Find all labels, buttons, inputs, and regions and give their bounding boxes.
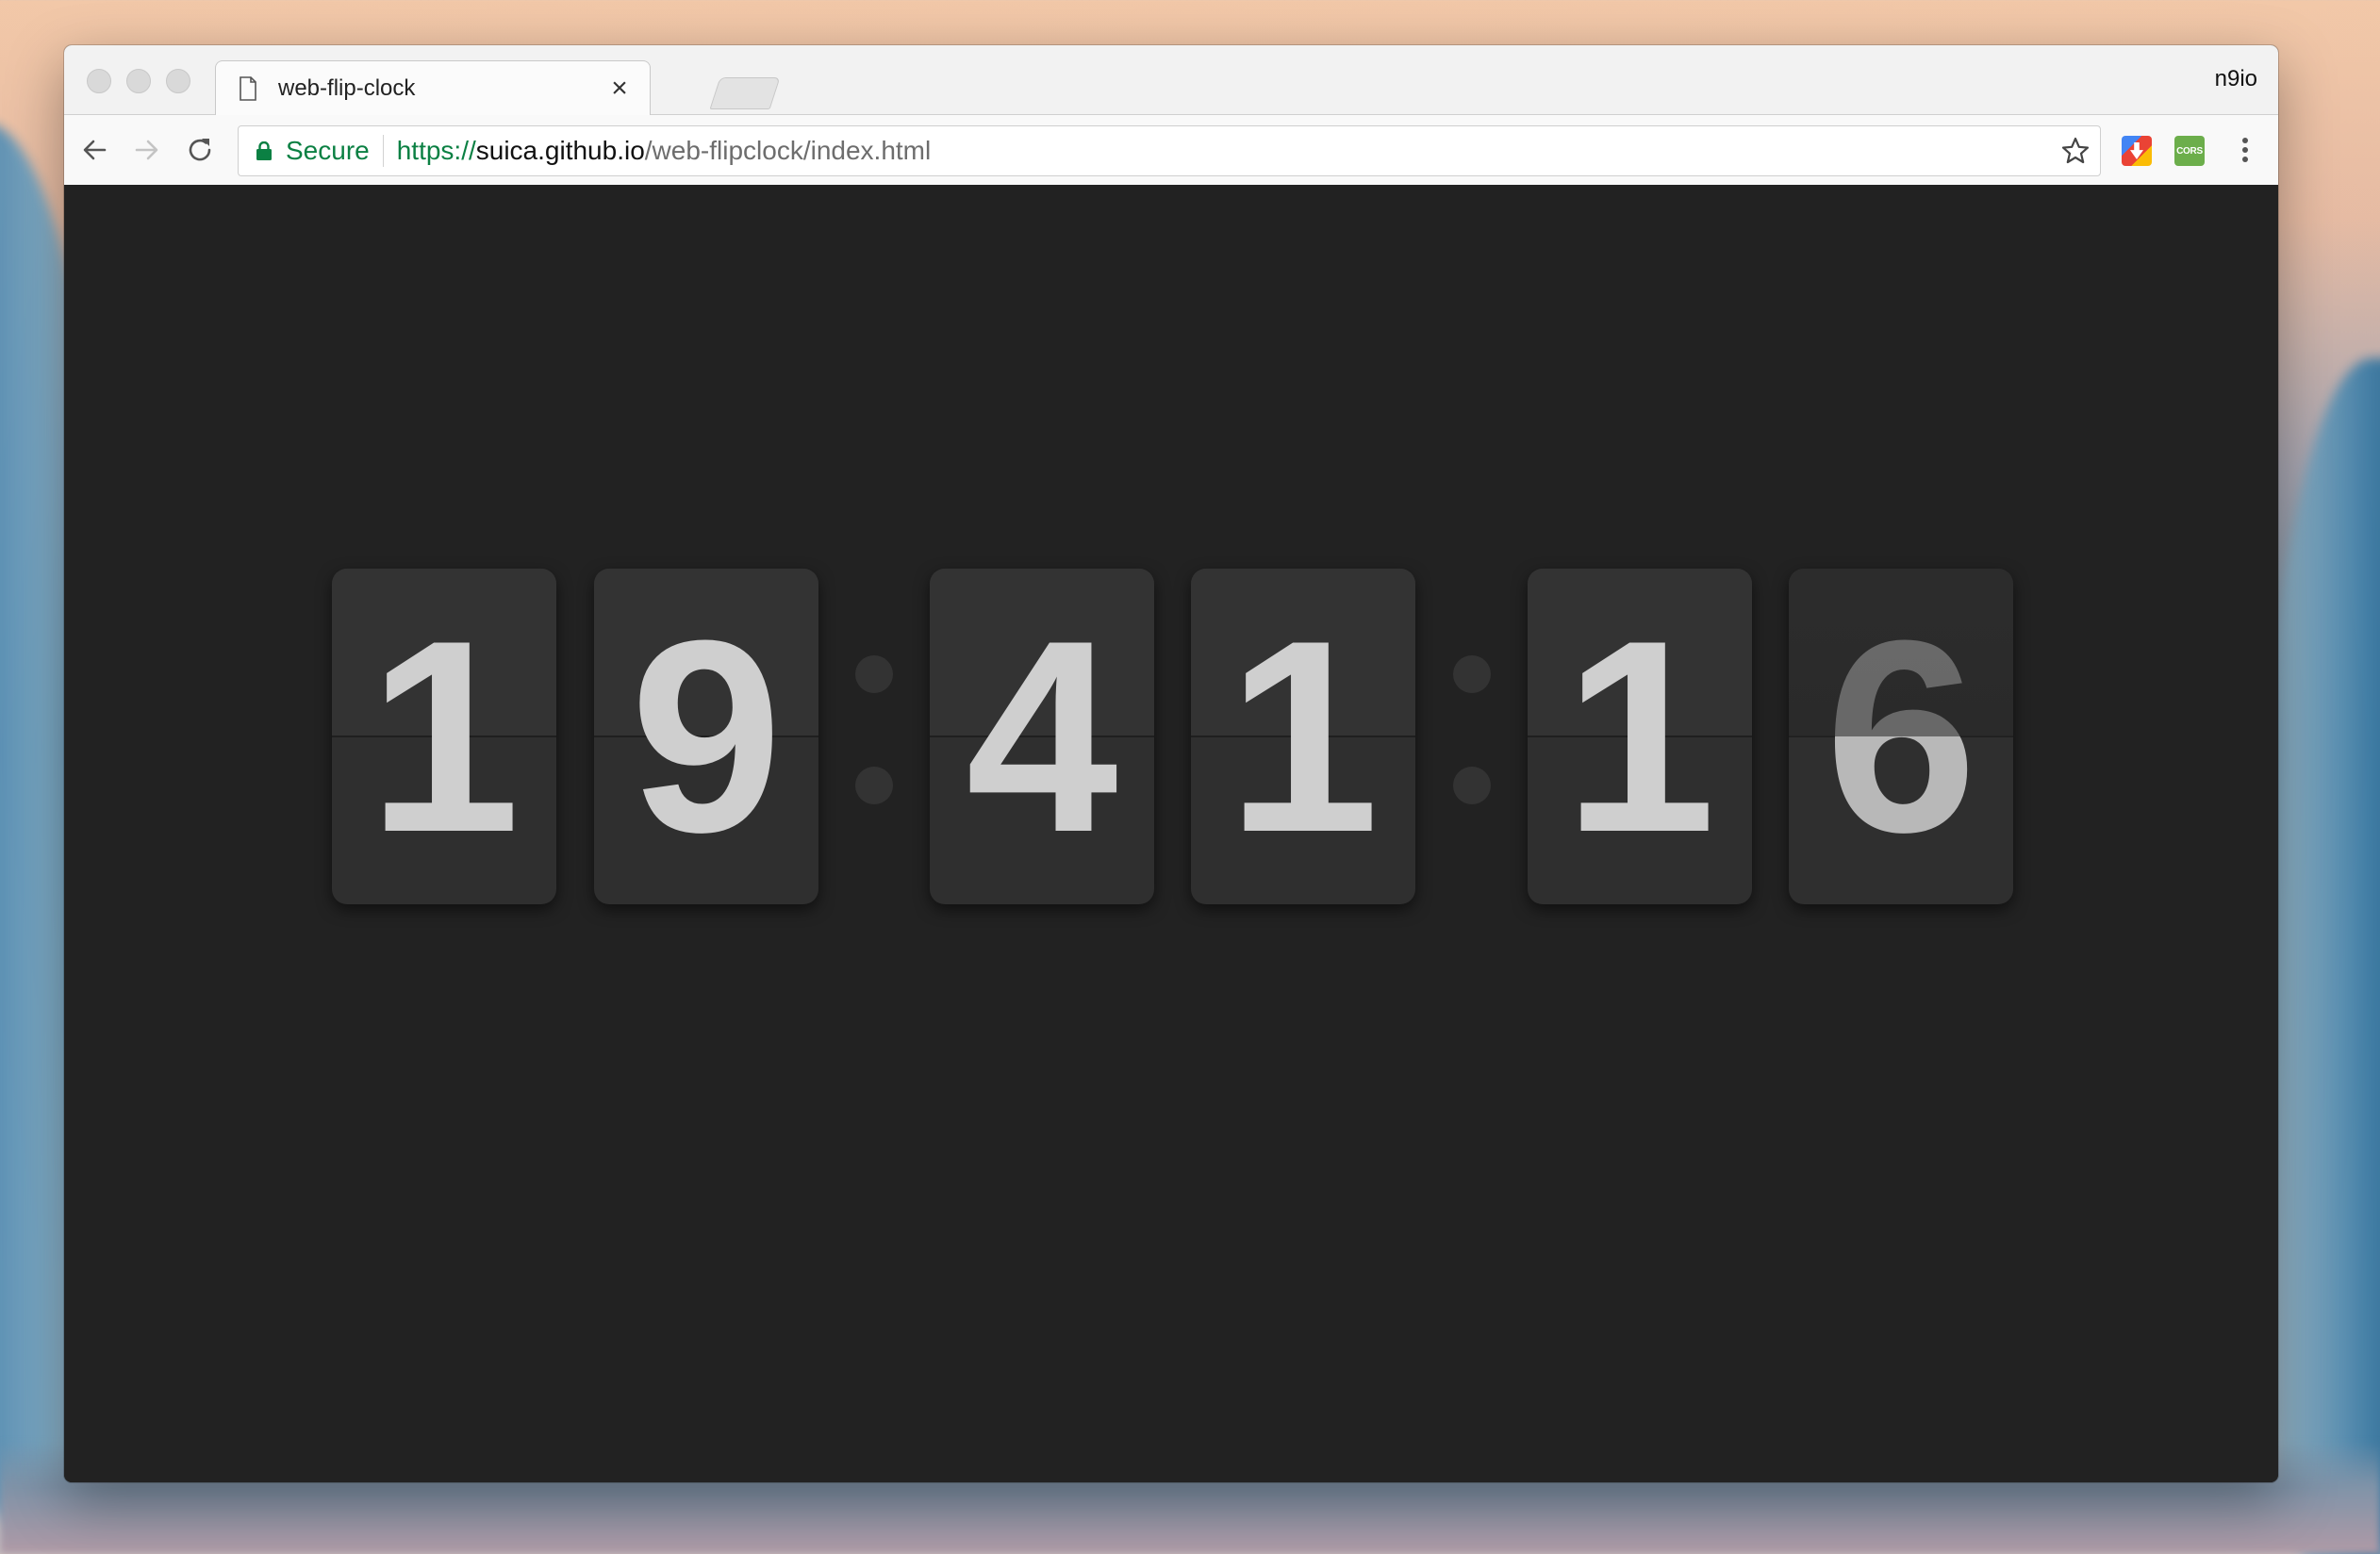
separator-dot (855, 655, 893, 693)
second-ones-card: 6 (1789, 569, 2013, 904)
second-tens-card: 1 (1528, 569, 1752, 904)
close-tab-icon[interactable]: × (606, 73, 633, 104)
tab-web-flip-clock[interactable]: web-flip-clock × (215, 60, 651, 116)
tab-strip: web-flip-clock × n9io (64, 45, 2278, 116)
hour-ones-card: 9 (594, 569, 818, 904)
more-vert-icon (2242, 138, 2248, 162)
browser-toolbar: Secure https://suica.github.io/web-flipc… (64, 115, 2278, 186)
separator-dot (1453, 767, 1491, 804)
flip-clock: 1 9 4 1 1 6 (332, 569, 2013, 904)
separator-dot (1453, 655, 1491, 693)
minute-second-separator (1453, 569, 1491, 904)
zoom-window-button[interactable] (166, 69, 190, 93)
new-tab-button[interactable] (709, 77, 781, 109)
minute-ones-card: 1 (1191, 569, 1415, 904)
second-tens-digit: 1 (1563, 584, 1716, 889)
hour-ones-digit: 9 (630, 584, 783, 889)
profile-name[interactable]: n9io (2215, 66, 2257, 92)
hour-tens-card: 1 (332, 569, 556, 904)
window-controls (87, 69, 190, 93)
minute-tens-card: 4 (930, 569, 1154, 904)
more-menu-button[interactable] (2223, 128, 2267, 172)
minute-ones-digit: 1 (1227, 584, 1380, 889)
download-extension-icon[interactable] (2122, 136, 2152, 166)
reload-button[interactable] (174, 124, 226, 176)
tab-title: web-flip-clock (278, 75, 416, 101)
hour-tens-digit: 1 (368, 584, 521, 889)
star-icon[interactable] (2060, 136, 2091, 166)
page-content: 1 9 4 1 1 6 (64, 185, 2278, 1482)
document-icon (240, 76, 256, 101)
url-host: suica.github.io (475, 136, 645, 165)
url-text[interactable]: https://suica.github.io/web-flipclock/in… (397, 136, 932, 166)
back-arrow-icon (83, 140, 107, 160)
reload-icon (189, 139, 211, 161)
separator-dot (855, 767, 893, 804)
second-ones-digit: 6 (1825, 584, 1977, 889)
cors-extension-icon[interactable]: CORS (2174, 136, 2205, 166)
back-button[interactable] (68, 124, 121, 176)
lock-icon (256, 141, 272, 160)
url-scheme: https:// (396, 136, 476, 165)
minute-tens-digit: 4 (966, 584, 1118, 889)
url-path: /web-flipclock/index.html (644, 136, 932, 165)
secure-label[interactable]: Secure (286, 135, 384, 167)
browser-window: web-flip-clock × n9io Secure https://sui… (64, 45, 2278, 1482)
forward-arrow-icon (135, 140, 158, 160)
forward-button[interactable] (121, 124, 174, 176)
hour-minute-separator (855, 569, 893, 904)
close-window-button[interactable] (87, 69, 111, 93)
address-bar[interactable]: Secure https://suica.github.io/web-flipc… (238, 125, 2101, 176)
minimize-window-button[interactable] (126, 69, 151, 93)
